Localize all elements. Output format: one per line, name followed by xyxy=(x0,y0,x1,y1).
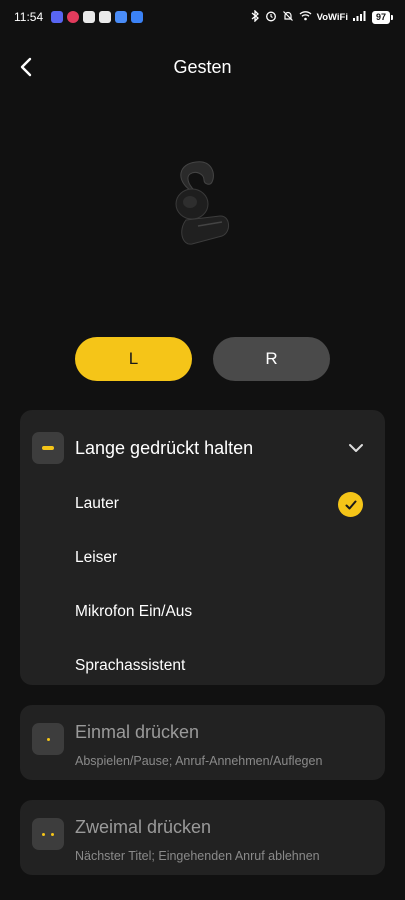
option-sprachassistent[interactable]: Sprachassistent xyxy=(75,657,185,675)
status-time: 11:54 xyxy=(14,10,44,24)
chevron-left-icon xyxy=(20,57,32,77)
status-right: VoWiFi 97 xyxy=(250,8,393,25)
battery-cap xyxy=(391,14,393,20)
long-press-title: Lange gedrückt halten xyxy=(75,438,254,458)
alarm-icon xyxy=(265,10,277,25)
press-dot xyxy=(42,832,45,836)
header: Gesten xyxy=(0,44,405,90)
status-bar: 11:54 VoWiFi 97 xyxy=(0,0,405,34)
press-dot xyxy=(51,832,54,836)
right-earbud-tab[interactable]: R xyxy=(213,337,330,381)
outlook-icon xyxy=(131,11,144,23)
signal-icon xyxy=(352,10,367,24)
battery-indicator: 97 xyxy=(371,10,393,24)
back-button[interactable] xyxy=(14,54,40,80)
long-press-icon xyxy=(32,432,64,464)
double-press-description: Nächster Titel; Eingehenden Anruf ablehn… xyxy=(75,849,320,863)
single-press-icon xyxy=(32,723,64,755)
status-left: 11:54 xyxy=(14,10,144,24)
left-earbud-tab[interactable]: L xyxy=(75,337,192,381)
notification-app-icon xyxy=(67,11,80,23)
gesture-card-long-press[interactable]: Lange gedrückt halten Lauter Leiser Mikr… xyxy=(20,410,385,685)
option-mikrofon[interactable]: Mikrofon Ein/Aus xyxy=(75,603,192,621)
bell-muted-icon xyxy=(282,10,294,25)
battery-level: 97 xyxy=(371,10,390,24)
press-dot xyxy=(46,737,50,741)
double-press-title: Zweimal drücken xyxy=(75,817,212,837)
chevron-down-icon[interactable] xyxy=(347,439,365,457)
checkmark-icon xyxy=(338,492,363,517)
gmail-icon xyxy=(99,11,112,23)
page-title: Gesten xyxy=(173,56,232,77)
earbud-image xyxy=(168,160,238,260)
single-press-description: Abspielen/Pause; Anruf-Annehmen/Auflegen xyxy=(75,754,323,768)
discord-icon xyxy=(51,11,64,23)
double-press-icon xyxy=(32,818,64,850)
gesture-card-single-press[interactable]: Einmal drücken Abspielen/Pause; Anruf-An… xyxy=(20,705,385,780)
gesture-card-double-press[interactable]: Zweimal drücken Nächster Titel; Eingehen… xyxy=(20,800,385,875)
wifi-icon xyxy=(299,10,312,24)
option-leiser[interactable]: Leiser xyxy=(75,549,117,567)
single-press-title: Einmal drücken xyxy=(75,722,200,742)
bluetooth-icon xyxy=(250,8,260,25)
youtube-icon xyxy=(83,11,96,23)
network-label: VoWiFi xyxy=(316,11,348,23)
option-lauter[interactable]: Lauter xyxy=(75,495,119,513)
drive-icon xyxy=(115,11,128,23)
